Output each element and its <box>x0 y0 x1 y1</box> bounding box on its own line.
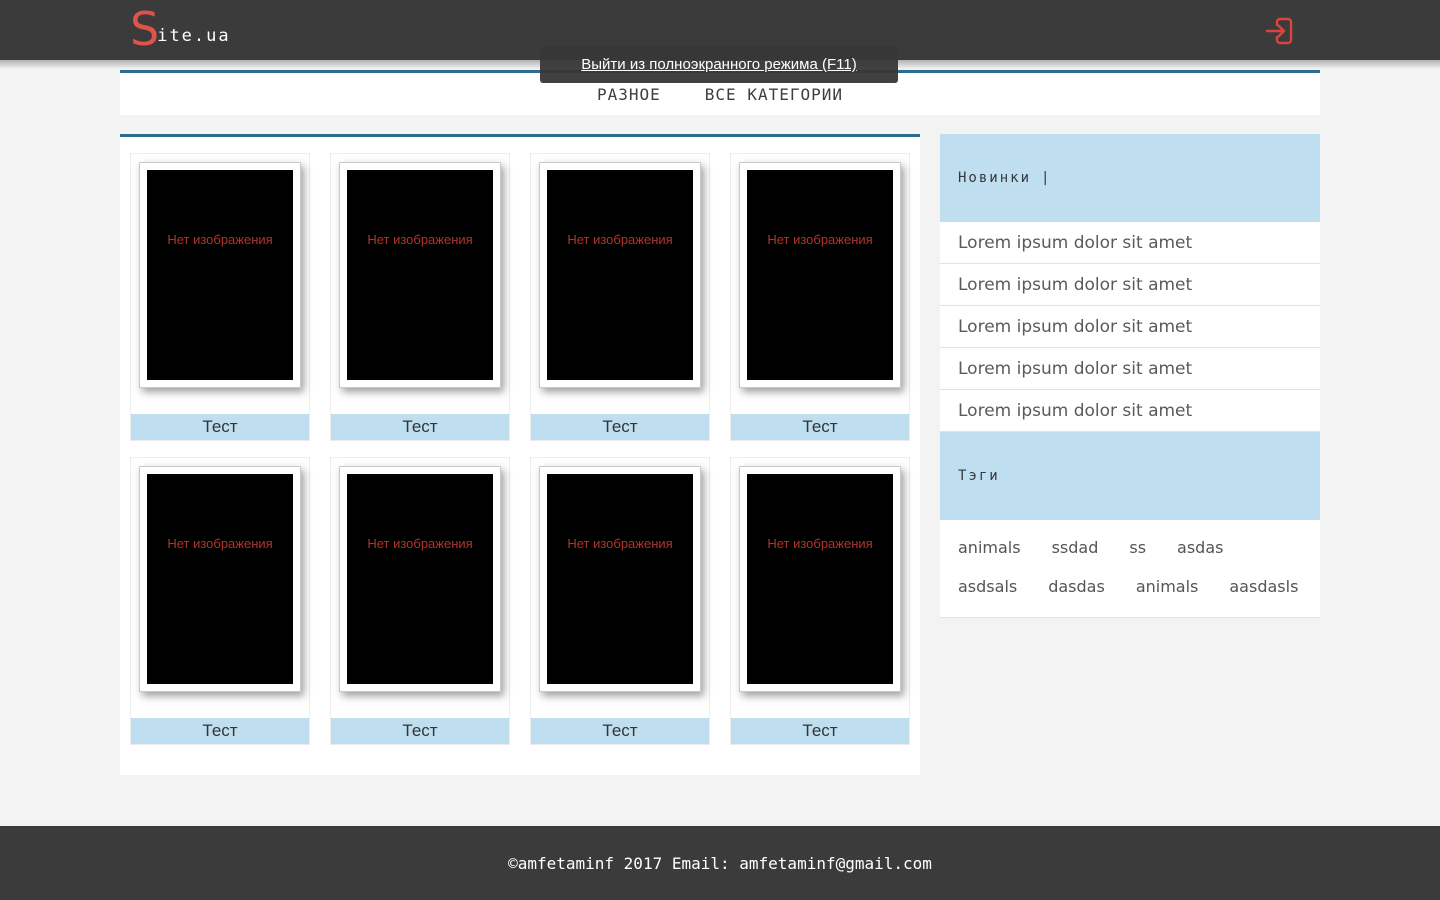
news-list-item[interactable]: Lorem ipsum dolor sit amet <box>940 222 1320 264</box>
product-card[interactable]: Нет изображения Тест <box>730 457 910 745</box>
no-image-placeholder: Нет изображения <box>747 170 893 380</box>
product-card[interactable]: Нет изображения Тест <box>330 457 510 745</box>
nav-item-all-categories[interactable]: ВСЕ КАТЕГОРИИ <box>705 85 843 104</box>
product-image-frame: Нет изображения <box>339 162 501 388</box>
tags-title: Тэги <box>958 468 1000 484</box>
page: Site.ua Выйти из полноэкранного режима (… <box>0 0 1440 900</box>
product-card[interactable]: Нет изображения Тест <box>730 153 910 441</box>
product-title: Тест <box>531 414 709 440</box>
fullscreen-exit-toast: Выйти из полноэкранного режима (F11) <box>540 46 898 83</box>
login-icon[interactable] <box>1264 14 1298 48</box>
logo-letter: S <box>130 2 159 56</box>
product-title: Тест <box>531 718 709 744</box>
news-list: Lorem ipsum dolor sit amet Lorem ipsum d… <box>940 222 1320 432</box>
tag-link[interactable]: asdsals <box>958 572 1017 601</box>
no-image-placeholder: Нет изображения <box>747 474 893 684</box>
login-icon-svg <box>1264 14 1298 48</box>
tag-link[interactable]: asdas <box>1177 533 1223 562</box>
product-image-frame: Нет изображения <box>139 466 301 692</box>
product-title: Тест <box>131 414 309 440</box>
no-image-placeholder: Нет изображения <box>147 170 293 380</box>
tag-link[interactable]: animals <box>1136 572 1199 601</box>
product-card[interactable]: Нет изображения Тест <box>130 457 310 745</box>
news-header: Новинки | <box>940 134 1320 222</box>
sort-caret-icon: | <box>1041 170 1051 186</box>
news-list-item[interactable]: Lorem ipsum dolor sit amet <box>940 264 1320 306</box>
product-card[interactable]: Нет изображения Тест <box>530 457 710 745</box>
no-image-placeholder: Нет изображения <box>147 474 293 684</box>
site-logo[interactable]: Site.ua <box>130 2 233 56</box>
product-image-frame: Нет изображения <box>139 162 301 388</box>
no-image-placeholder: Нет изображения <box>547 474 693 684</box>
news-list-item[interactable]: Lorem ipsum dolor sit amet <box>940 390 1320 432</box>
news-list-item[interactable]: Lorem ipsum dolor sit amet <box>940 348 1320 390</box>
product-card[interactable]: Нет изображения Тест <box>330 153 510 441</box>
product-image-frame: Нет изображения <box>539 162 701 388</box>
no-image-placeholder: Нет изображения <box>547 170 693 380</box>
product-image-frame: Нет изображения <box>539 466 701 692</box>
fullscreen-exit-link[interactable]: Выйти из полноэкранного режима (F11) <box>581 56 856 73</box>
product-image-frame: Нет изображения <box>739 466 901 692</box>
nav-item-raznoe[interactable]: РАЗНОЕ <box>597 85 661 104</box>
product-image-frame: Нет изображения <box>339 466 501 692</box>
product-title: Тест <box>731 718 909 744</box>
no-image-placeholder: Нет изображения <box>347 170 493 380</box>
tags-cloud: animals ssdad ss asdas asdsals dasdas an… <box>940 520 1320 618</box>
tag-link[interactable]: ssdad <box>1052 533 1099 562</box>
footer-bar: ©amfetaminf 2017 Email: amfetaminf@gmail… <box>0 826 1440 900</box>
logo-text: ite.ua <box>157 26 230 46</box>
tag-link[interactable]: dasdas <box>1048 572 1105 601</box>
product-image-frame: Нет изображения <box>739 162 901 388</box>
product-card[interactable]: Нет изображения Тест <box>130 153 310 441</box>
sidebar: Новинки | Lorem ipsum dolor sit amet Lor… <box>940 134 1320 618</box>
no-image-placeholder: Нет изображения <box>347 474 493 684</box>
product-card[interactable]: Нет изображения Тест <box>530 153 710 441</box>
product-title: Тест <box>131 718 309 744</box>
products-panel: Нет изображения Тест Нет изображения Тес… <box>120 134 920 775</box>
tag-link[interactable]: animals <box>958 533 1021 562</box>
footer-copyright: ©amfetaminf 2017 Email: amfetaminf@gmail… <box>508 854 932 873</box>
product-title: Тест <box>331 718 509 744</box>
product-title: Тест <box>331 414 509 440</box>
news-title: Новинки <box>958 170 1031 186</box>
news-list-item[interactable]: Lorem ipsum dolor sit amet <box>940 306 1320 348</box>
tag-link[interactable]: aasdasls <box>1229 572 1298 601</box>
tags-header: Тэги <box>940 432 1320 520</box>
product-title: Тест <box>731 414 909 440</box>
tag-link[interactable]: ss <box>1129 533 1146 562</box>
